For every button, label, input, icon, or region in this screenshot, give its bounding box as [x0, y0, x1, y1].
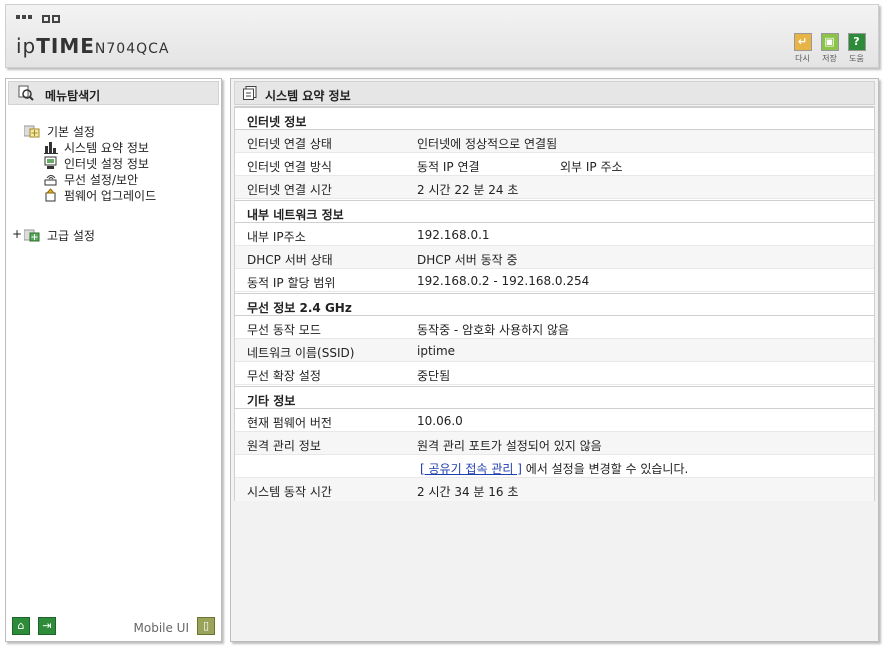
table-row: 원격 관리 정보 원격 관리 포트가 설정되어 있지 않음: [235, 432, 874, 455]
router-access-management-link[interactable]: [ 공유기 접속 관리 ]: [420, 462, 522, 476]
table-row: DHCP 서버 상태 DHCP 서버 동작 중: [235, 246, 874, 269]
help-icon: ?: [847, 33, 866, 51]
page-title-bar: 시스템 요약 정보: [234, 81, 875, 105]
wireless-icon: [44, 175, 57, 186]
save-icon: ▣: [820, 33, 839, 51]
table-row: [ 공유기 접속 관리 ] 에서 설정을 변경할 수 있습니다.: [235, 455, 874, 478]
header-bar: ipTIMEN704QCA ↵ 다시 ▣ 저장 ? 도움: [5, 4, 879, 68]
folder-open-icon: [24, 125, 40, 138]
table-row: 무선 동작 모드 동작중 - 암호화 사용하지 않음: [235, 316, 874, 339]
chart-icon: [44, 142, 58, 154]
save-button[interactable]: ▣ 저장: [820, 33, 839, 64]
folder-closed-icon: [24, 229, 40, 242]
mobile-ui-link[interactable]: Mobile UI: [134, 621, 190, 635]
main-panel: 시스템 요약 정보 인터넷 정보 인터넷 연결 상태 인터넷에 정상적으로 연결됨…: [230, 78, 879, 642]
menu-explorer: 메뉴탐색기 기본 설정 시스템 요약 정보 인터넷 설정 정보 무선 설정/보안: [5, 78, 222, 642]
model-name: N704QCA: [94, 41, 170, 57]
logout-icon[interactable]: ⇥: [38, 617, 56, 635]
sidebar-footer: ⌂ ⇥ Mobile UI ▯: [10, 617, 217, 637]
table-row: 무선 확장 설정 중단됨: [235, 362, 874, 385]
section-etc: 기타 정보: [235, 386, 874, 409]
page-title: 시스템 요약 정보: [265, 89, 351, 103]
home-icon[interactable]: ⌂: [12, 617, 30, 635]
iptime-logo: ipTIMEN704QCA: [16, 34, 170, 58]
table-row: 동적 IP 할당 범위 192.168.0.2 - 192.168.0.254: [235, 269, 874, 292]
refresh-button[interactable]: ↵ 다시: [793, 33, 812, 64]
section-internet: 인터넷 정보: [235, 107, 874, 130]
document-icon: [243, 86, 257, 100]
mobile-icon[interactable]: ▯: [197, 617, 215, 635]
search-icon: [18, 85, 34, 101]
refresh-icon: ↵: [793, 33, 812, 51]
summary-table: 인터넷 정보 인터넷 연결 상태 인터넷에 정상적으로 연결됨 인터넷 연결 방식…: [234, 106, 875, 501]
section-lan: 내부 네트워크 정보: [235, 200, 874, 223]
table-row: 인터넷 연결 방식 동적 IP 연결 외부 IP 주소: [235, 153, 874, 176]
tree-expand-advanced[interactable]: +: [12, 227, 22, 241]
table-row: 인터넷 연결 상태 인터넷에 정상적으로 연결됨: [235, 130, 874, 153]
table-row: 시스템 동작 시간 2 시간 34 분 16 초: [235, 478, 874, 501]
table-row: 내부 IP주소 192.168.0.1: [235, 223, 874, 246]
computer-icon: [44, 156, 57, 169]
table-row: 네트워크 이름(SSID) iptime: [235, 339, 874, 362]
section-wireless: 무선 정보 2.4 GHz: [235, 293, 874, 316]
table-row: 현재 펌웨어 버전 10.06.0: [235, 409, 874, 432]
upgrade-icon: [45, 188, 56, 202]
help-button[interactable]: ? 도움: [847, 33, 866, 64]
table-row: 인터넷 연결 시간 2 시간 22 분 24 초: [235, 176, 874, 199]
menu-explorer-title: 메뉴탐색기: [8, 81, 219, 105]
logo-dots: [16, 15, 60, 23]
